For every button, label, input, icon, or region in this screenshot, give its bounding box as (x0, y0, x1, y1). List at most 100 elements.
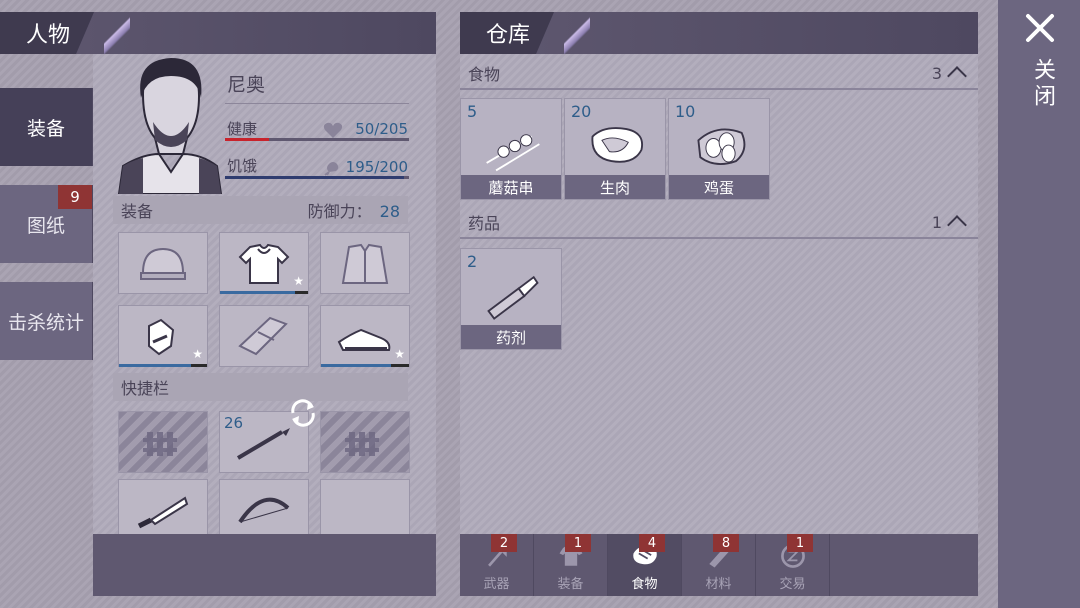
category-name: 食物 (468, 65, 501, 84)
hotbar-slot[interactable] (118, 411, 208, 473)
tab-label: 装备 (557, 577, 584, 592)
eggs-icon (697, 128, 746, 165)
item-count: 5 (467, 102, 478, 121)
health-bar-fill (225, 138, 270, 141)
chevron-up-icon[interactable] (947, 66, 967, 86)
character-header: 人物 (0, 12, 436, 54)
medicine-stick-icon (487, 275, 539, 320)
storage-item[interactable]: 2 药剂 (460, 248, 562, 350)
hotbar-count: 26 (224, 414, 244, 432)
tab-badge: 8 (713, 534, 739, 552)
item-count: 2 (467, 252, 478, 271)
raw-meat-icon (591, 127, 643, 163)
tab-label: 交易 (779, 577, 806, 592)
close-label[interactable]: 关闭 (1026, 58, 1058, 110)
equipment-slot[interactable]: ★ (320, 305, 410, 367)
swap-icon[interactable] (286, 398, 320, 428)
item-label: 鸡蛋 (669, 175, 769, 199)
filter-tab[interactable]: 4 食物 (608, 534, 682, 596)
chevron-up-icon[interactable] (947, 215, 967, 235)
sneakers-icon (337, 328, 391, 351)
item-label: 蘑菇串 (461, 175, 561, 199)
durability-bar (321, 364, 409, 367)
drumstick-icon (324, 162, 339, 176)
hotbar-slot[interactable] (118, 479, 208, 541)
health-bar (225, 138, 409, 141)
hunger-value: 195/200 (345, 158, 408, 176)
bow-icon (238, 497, 290, 524)
storage-item[interactable]: 20 生肉 (564, 98, 666, 200)
character-footer (93, 534, 436, 596)
health-label: 健康 (227, 120, 258, 138)
equipment-slot[interactable]: ★ (118, 305, 208, 367)
filter-tab[interactable]: 8 材料 (682, 534, 756, 596)
category-count: 1 (931, 212, 942, 232)
side-tab-kill-stats[interactable]: 击杀统计 (0, 282, 93, 360)
gloves-icon (148, 318, 175, 356)
durability-bar (220, 291, 308, 294)
durability-bar (119, 364, 207, 367)
equipment-slot[interactable] (219, 305, 309, 367)
mushroom-skewer-icon (486, 134, 540, 172)
fence-icon (143, 432, 177, 456)
beanie-icon (140, 247, 186, 280)
hotbar-slot[interactable] (320, 411, 410, 473)
jacket-icon (341, 243, 389, 284)
hotbar-label: 快捷栏 (121, 379, 170, 398)
character-title: 人物 (0, 12, 94, 54)
tab-badge: 1 (565, 534, 591, 552)
storage-panel: 仓库 食物 3 5 蘑菇串 20 生肉 10 鸡蛋 药品 1 2 药剂 2 武器 1 装备 4 食物 8… (460, 12, 978, 596)
equipment-slot[interactable]: ★ (219, 232, 309, 294)
durability-fill (220, 291, 295, 294)
side-tab-equipment[interactable]: 装备 (0, 88, 93, 166)
storage-item[interactable]: 10 鸡蛋 (668, 98, 770, 200)
hotbar-slot[interactable] (320, 479, 410, 541)
defense-value: 28 (379, 202, 400, 221)
character-portrait (117, 58, 223, 194)
category-count: 3 (931, 63, 942, 83)
equipment-slot[interactable] (320, 232, 410, 294)
filter-tab[interactable]: 2 武器 (460, 534, 534, 596)
hotbar-slot[interactable] (219, 479, 309, 541)
tab-badge: 4 (639, 534, 665, 552)
health-value: 50/205 (355, 120, 408, 138)
fence-icon (345, 432, 379, 456)
star-icon: ★ (293, 274, 304, 288)
durability-fill (119, 364, 192, 367)
header-decoration (564, 12, 590, 54)
item-label: 生肉 (565, 175, 665, 199)
blueprints-badge: 9 (58, 185, 92, 209)
equipment-label: 装备 (121, 202, 154, 221)
tab-badge: 1 (787, 534, 813, 552)
storage-item[interactable]: 5 蘑菇串 (460, 98, 562, 200)
hunger-bar-fill (225, 176, 405, 179)
close-icon[interactable] (1024, 12, 1056, 44)
equipment-slot[interactable] (118, 232, 208, 294)
category-food-row[interactable]: 食物 3 (460, 58, 978, 90)
star-icon: ★ (192, 347, 203, 361)
category-medicine-row[interactable]: 药品 1 (460, 207, 978, 239)
star-icon: ★ (394, 347, 405, 361)
filter-tab[interactable]: 1 交易 (756, 534, 830, 596)
side-tab-label: 击杀统计 (7, 311, 84, 334)
category-name: 药品 (468, 214, 501, 233)
character-body: 尼奥 健康 50/205 饥饿 195/200 装备 防御力： 28 ★ ★ ★ 快捷… (93, 54, 436, 541)
hunger-bar (225, 176, 409, 179)
equipment-section-bar: 装备 防御力： 28 (113, 196, 408, 224)
defense-label: 防御力： 28 (307, 202, 400, 221)
storage-title: 仓库 (460, 12, 554, 54)
side-tab-blueprints[interactable]: 图纸 9 (0, 185, 93, 263)
tab-label: 武器 (483, 577, 510, 592)
character-panel: 装备 图纸 9 击杀统计 尼奥 健康 50/205 饥饿 195/200 装备 … (0, 12, 436, 596)
filter-tab[interactable]: 1 装备 (534, 534, 608, 596)
heart-icon (323, 122, 343, 138)
durability-fill (321, 364, 392, 367)
item-label: 药剂 (461, 325, 561, 349)
pants-icon (238, 316, 288, 356)
machete-icon (137, 496, 189, 529)
hunger-label: 饥饿 (227, 157, 258, 175)
close-column[interactable]: 关闭 (998, 0, 1080, 608)
side-tab-label: 图纸 (26, 214, 65, 237)
name-underline (225, 103, 409, 104)
side-tab-label: 装备 (26, 117, 65, 140)
